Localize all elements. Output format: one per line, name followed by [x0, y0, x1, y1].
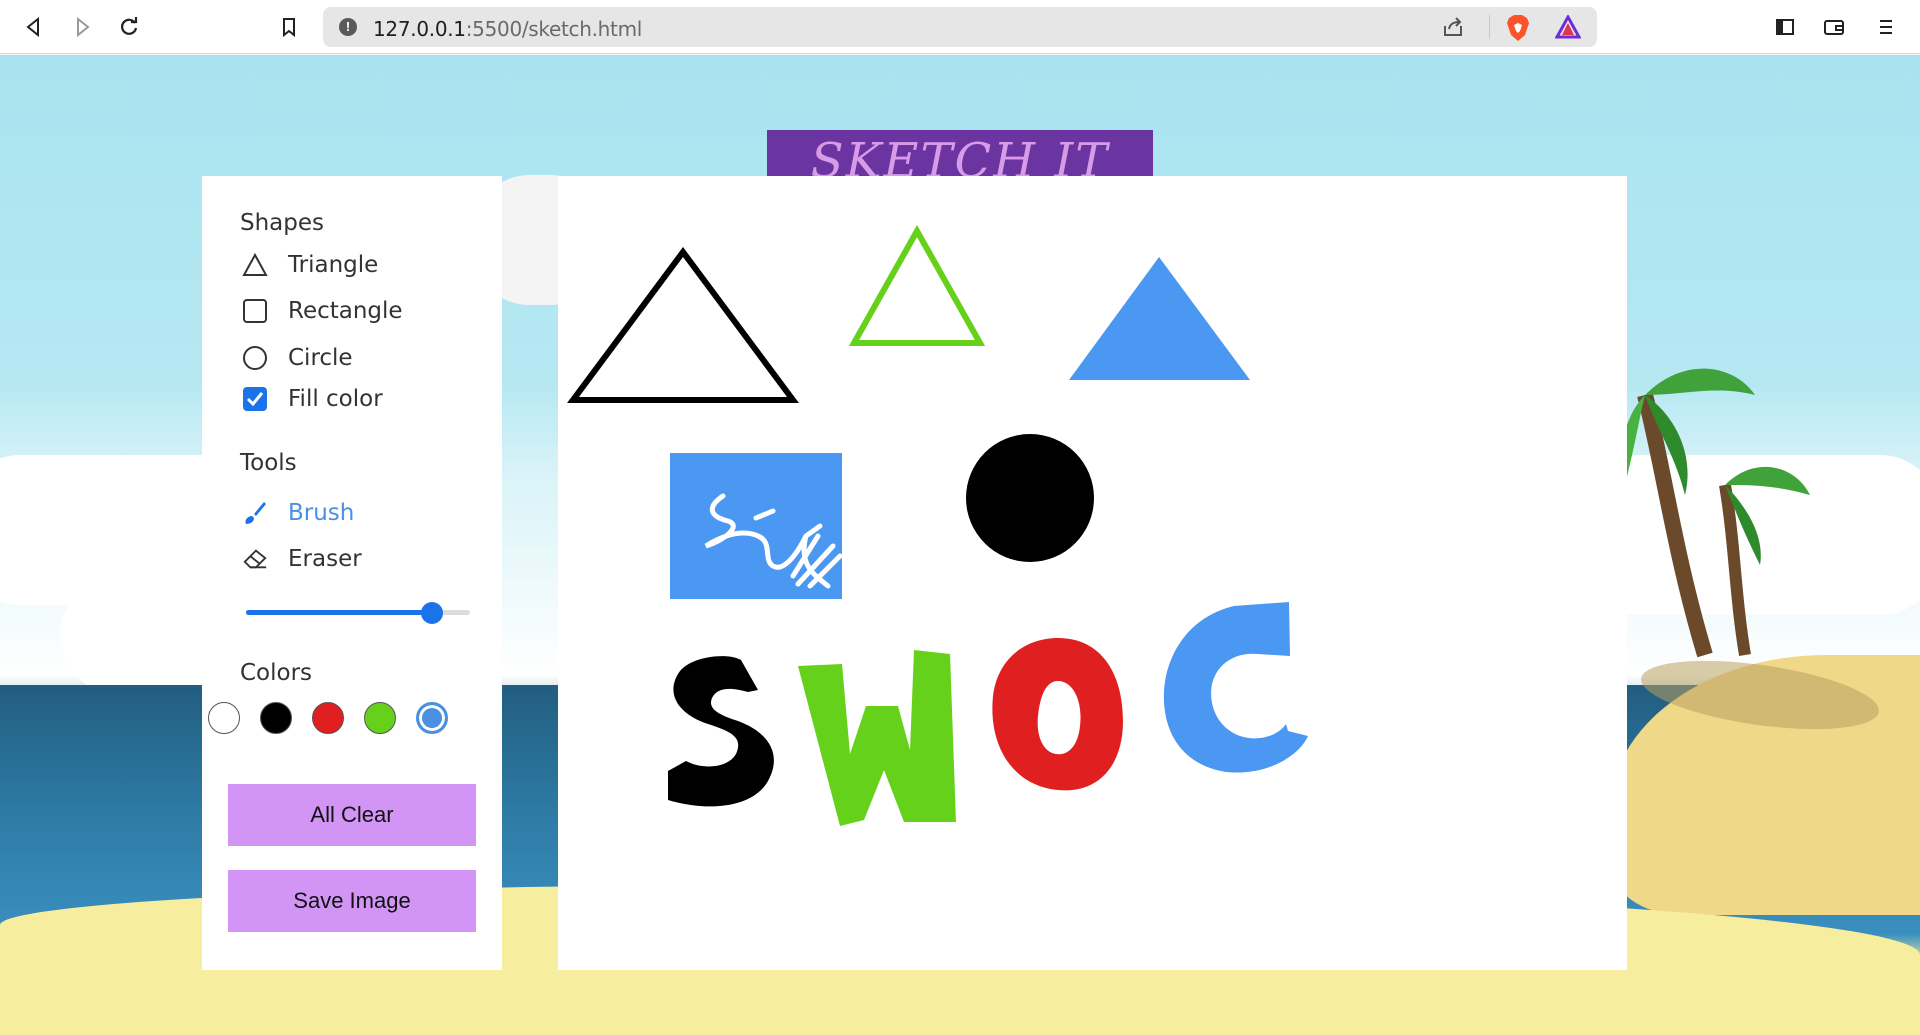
- palm-tree-illustration: [1625, 368, 1810, 658]
- option-triangle[interactable]: Triangle: [242, 252, 378, 278]
- color-swatch-black[interactable]: [260, 702, 292, 734]
- share-icon[interactable]: [1441, 16, 1465, 43]
- letter-o-red: [992, 638, 1123, 791]
- letter-w-green: [798, 650, 956, 826]
- checkbox-checked-icon[interactable]: [242, 386, 268, 412]
- circle-icon: [242, 345, 268, 371]
- tool-brush[interactable]: Brush: [242, 500, 354, 526]
- eraser-icon: [242, 546, 268, 572]
- slider-fill: [246, 610, 432, 615]
- tool-eraser[interactable]: Eraser: [242, 546, 362, 572]
- back-icon[interactable]: [20, 13, 48, 41]
- all-clear-button[interactable]: All Clear: [228, 784, 476, 846]
- brave-shields-icon[interactable]: [1505, 14, 1531, 47]
- save-image-button[interactable]: Save Image: [228, 870, 476, 932]
- browser-toolbar: ! 127.0.0.1:5500/sketch.html: [0, 0, 1920, 54]
- drawing-canvas[interactable]: [558, 176, 1627, 970]
- slider-thumb[interactable]: [420, 602, 443, 624]
- option-label: Triangle: [288, 252, 379, 278]
- tool-label: Eraser: [288, 546, 362, 572]
- color-swatch-white[interactable]: [208, 702, 240, 734]
- shapes-heading: Shapes: [240, 210, 325, 236]
- color-swatch-green[interactable]: [364, 702, 396, 734]
- letter-s-black: [668, 656, 774, 807]
- option-rectangle[interactable]: Rectangle: [242, 298, 403, 324]
- site-info-icon[interactable]: !: [339, 18, 357, 36]
- brush-size-slider[interactable]: [246, 602, 470, 624]
- canvas-drawing: [567, 224, 1308, 826]
- fill-color-label: Fill color: [288, 386, 383, 412]
- option-label: Circle: [288, 345, 353, 371]
- triangle-icon: [242, 252, 268, 278]
- option-label: Rectangle: [288, 298, 403, 324]
- letter-c-blue: [1163, 602, 1308, 773]
- tools-heading: Tools: [240, 450, 297, 476]
- page-background: SKETCH IT Shapes Triangle Rectangle Circ…: [0, 55, 1920, 1035]
- rectangle-icon: [242, 298, 268, 324]
- colors-heading: Colors: [240, 660, 313, 686]
- brave-rewards-icon[interactable]: [1554, 13, 1582, 44]
- address-bar[interactable]: ! 127.0.0.1:5500/sketch.html: [323, 7, 1597, 47]
- triangle-filled-blue: [1069, 257, 1250, 380]
- reload-icon[interactable]: [115, 13, 143, 41]
- option-circle[interactable]: Circle: [242, 345, 353, 371]
- sidebar-icon[interactable]: [1771, 13, 1799, 41]
- forward-icon[interactable]: [68, 13, 96, 41]
- tools-panel: Shapes Triangle Rectangle Circle Fill co…: [202, 176, 502, 970]
- wallet-icon[interactable]: [1820, 13, 1848, 41]
- url-text[interactable]: 127.0.0.1:5500/sketch.html: [373, 17, 642, 41]
- menu-icon[interactable]: [1872, 13, 1900, 41]
- color-swatches: [208, 702, 498, 736]
- triangle-outline-black: [567, 246, 799, 403]
- tool-label: Brush: [288, 500, 355, 526]
- brush-icon: [242, 500, 268, 526]
- urlbar-divider: [1489, 15, 1490, 39]
- triangle-outline-green: [848, 224, 986, 346]
- circle-filled-black: [966, 434, 1094, 562]
- color-swatch-red[interactable]: [312, 702, 344, 734]
- color-swatch-blue[interactable]: [416, 702, 448, 734]
- bookmark-icon[interactable]: [275, 13, 303, 41]
- fill-color-checkbox[interactable]: Fill color: [242, 386, 383, 412]
